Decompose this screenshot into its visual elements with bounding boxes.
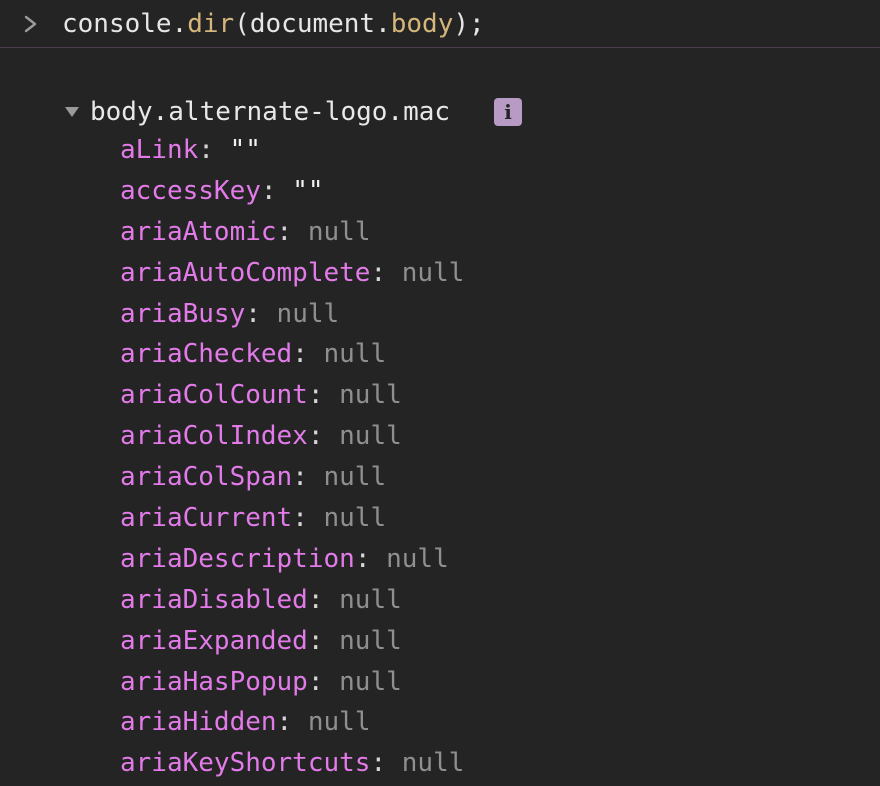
property-separator: : [292,339,324,370]
property-separator: : [307,380,340,411]
console-command: console.dir(document.body); [62,6,485,42]
property-name: ariaAtomic [120,216,277,247]
property-separator: : [276,707,308,738]
property-row[interactable]: ariaBusy: null [120,294,464,335]
property-name: ariaAutoComplete [120,257,371,288]
object-tree-root-label: body.alternate-logo.mac [90,97,451,127]
property-row[interactable]: ariaColCount: null [120,375,464,416]
property-name: ariaColSpan [120,462,293,493]
property-row[interactable]: ariaAutoComplete: null [120,253,464,294]
property-row[interactable]: ariaAtomic: null [120,212,464,253]
property-name: ariaColCount [120,380,308,411]
property-name: ariaCurrent [120,503,293,534]
property-name: accessKey [120,175,261,206]
property-name: ariaHasPopup [120,666,308,697]
property-row[interactable]: accessKey: "" [120,171,464,212]
property-value: null [339,584,402,615]
console-input-line[interactable]: console.dir(document.body); [0,0,880,48]
property-value: null [386,543,449,574]
command-close: ); [453,9,485,39]
property-separator: : [260,175,293,206]
property-separator: : [307,666,340,697]
property-name: ariaDescription [120,543,355,574]
property-separator: : [292,462,324,493]
property-row[interactable]: ariaDisabled: null [120,580,464,621]
property-row[interactable]: ariaChecked: null [120,334,464,375]
property-row[interactable]: ariaDescription: null [120,539,464,580]
property-row[interactable]: aLink: "" [120,130,464,171]
property-value: "" [229,135,261,165]
property-value: null [339,666,402,697]
command-arg-prop: body [390,9,454,39]
info-icon[interactable]: i [494,98,522,126]
property-separator: : [307,584,340,615]
command-arg-dot: . [375,9,391,39]
property-separator: : [370,748,402,779]
property-name: ariaKeyShortcuts [120,748,371,779]
command-object: console [62,9,172,39]
property-separator: : [245,298,277,329]
chevron-right-icon [22,13,40,35]
triangle-down-icon[interactable] [64,106,80,118]
property-name: ariaDisabled [120,584,308,615]
command-arg-object: document [249,9,376,39]
property-separator: : [307,421,340,452]
property-value: null [339,421,402,452]
property-row[interactable]: ariaHidden: null [120,702,464,743]
property-row[interactable]: ariaColIndex: null [120,416,464,457]
property-value: null [307,707,371,738]
property-name: ariaBusy [120,298,246,329]
property-separator: : [276,216,308,247]
property-row[interactable]: ariaKeyShortcuts: null [120,743,464,784]
property-value: "" [292,175,324,206]
property-name: ariaChecked [120,339,293,370]
property-row[interactable]: ariaHasPopup: null [120,662,464,703]
property-separator: : [354,543,387,574]
command-method: dir [187,9,235,39]
property-name: ariaExpanded [120,625,308,656]
object-properties-list: aLink: "" accessKey: "" ariaAtomic: null ar… [120,130,464,784]
property-name: ariaColIndex [120,421,308,452]
property-row[interactable]: ariaExpanded: null [120,621,464,662]
property-value: null [339,625,402,656]
command-open-paren: ( [234,9,250,39]
property-name: ariaHidden [120,707,277,738]
property-value: null [323,503,387,534]
property-value: null [323,339,387,370]
command-dot: . [171,9,188,39]
property-value: null [401,748,465,779]
property-value: null [339,380,402,411]
property-name: aLink [120,135,199,165]
info-icon-glyph: i [504,100,512,124]
property-value: null [307,216,371,247]
property-value: null [401,257,465,288]
property-row[interactable]: ariaCurrent: null [120,498,464,539]
property-separator: : [292,503,324,534]
devtools-console: console.dir(document.body); body.alterna… [0,0,880,786]
property-separator: : [370,257,402,288]
property-value: null [276,298,340,329]
property-row[interactable]: ariaColSpan: null [120,457,464,498]
property-separator: : [307,625,340,656]
property-value: null [323,462,387,493]
property-separator: : [198,135,230,165]
